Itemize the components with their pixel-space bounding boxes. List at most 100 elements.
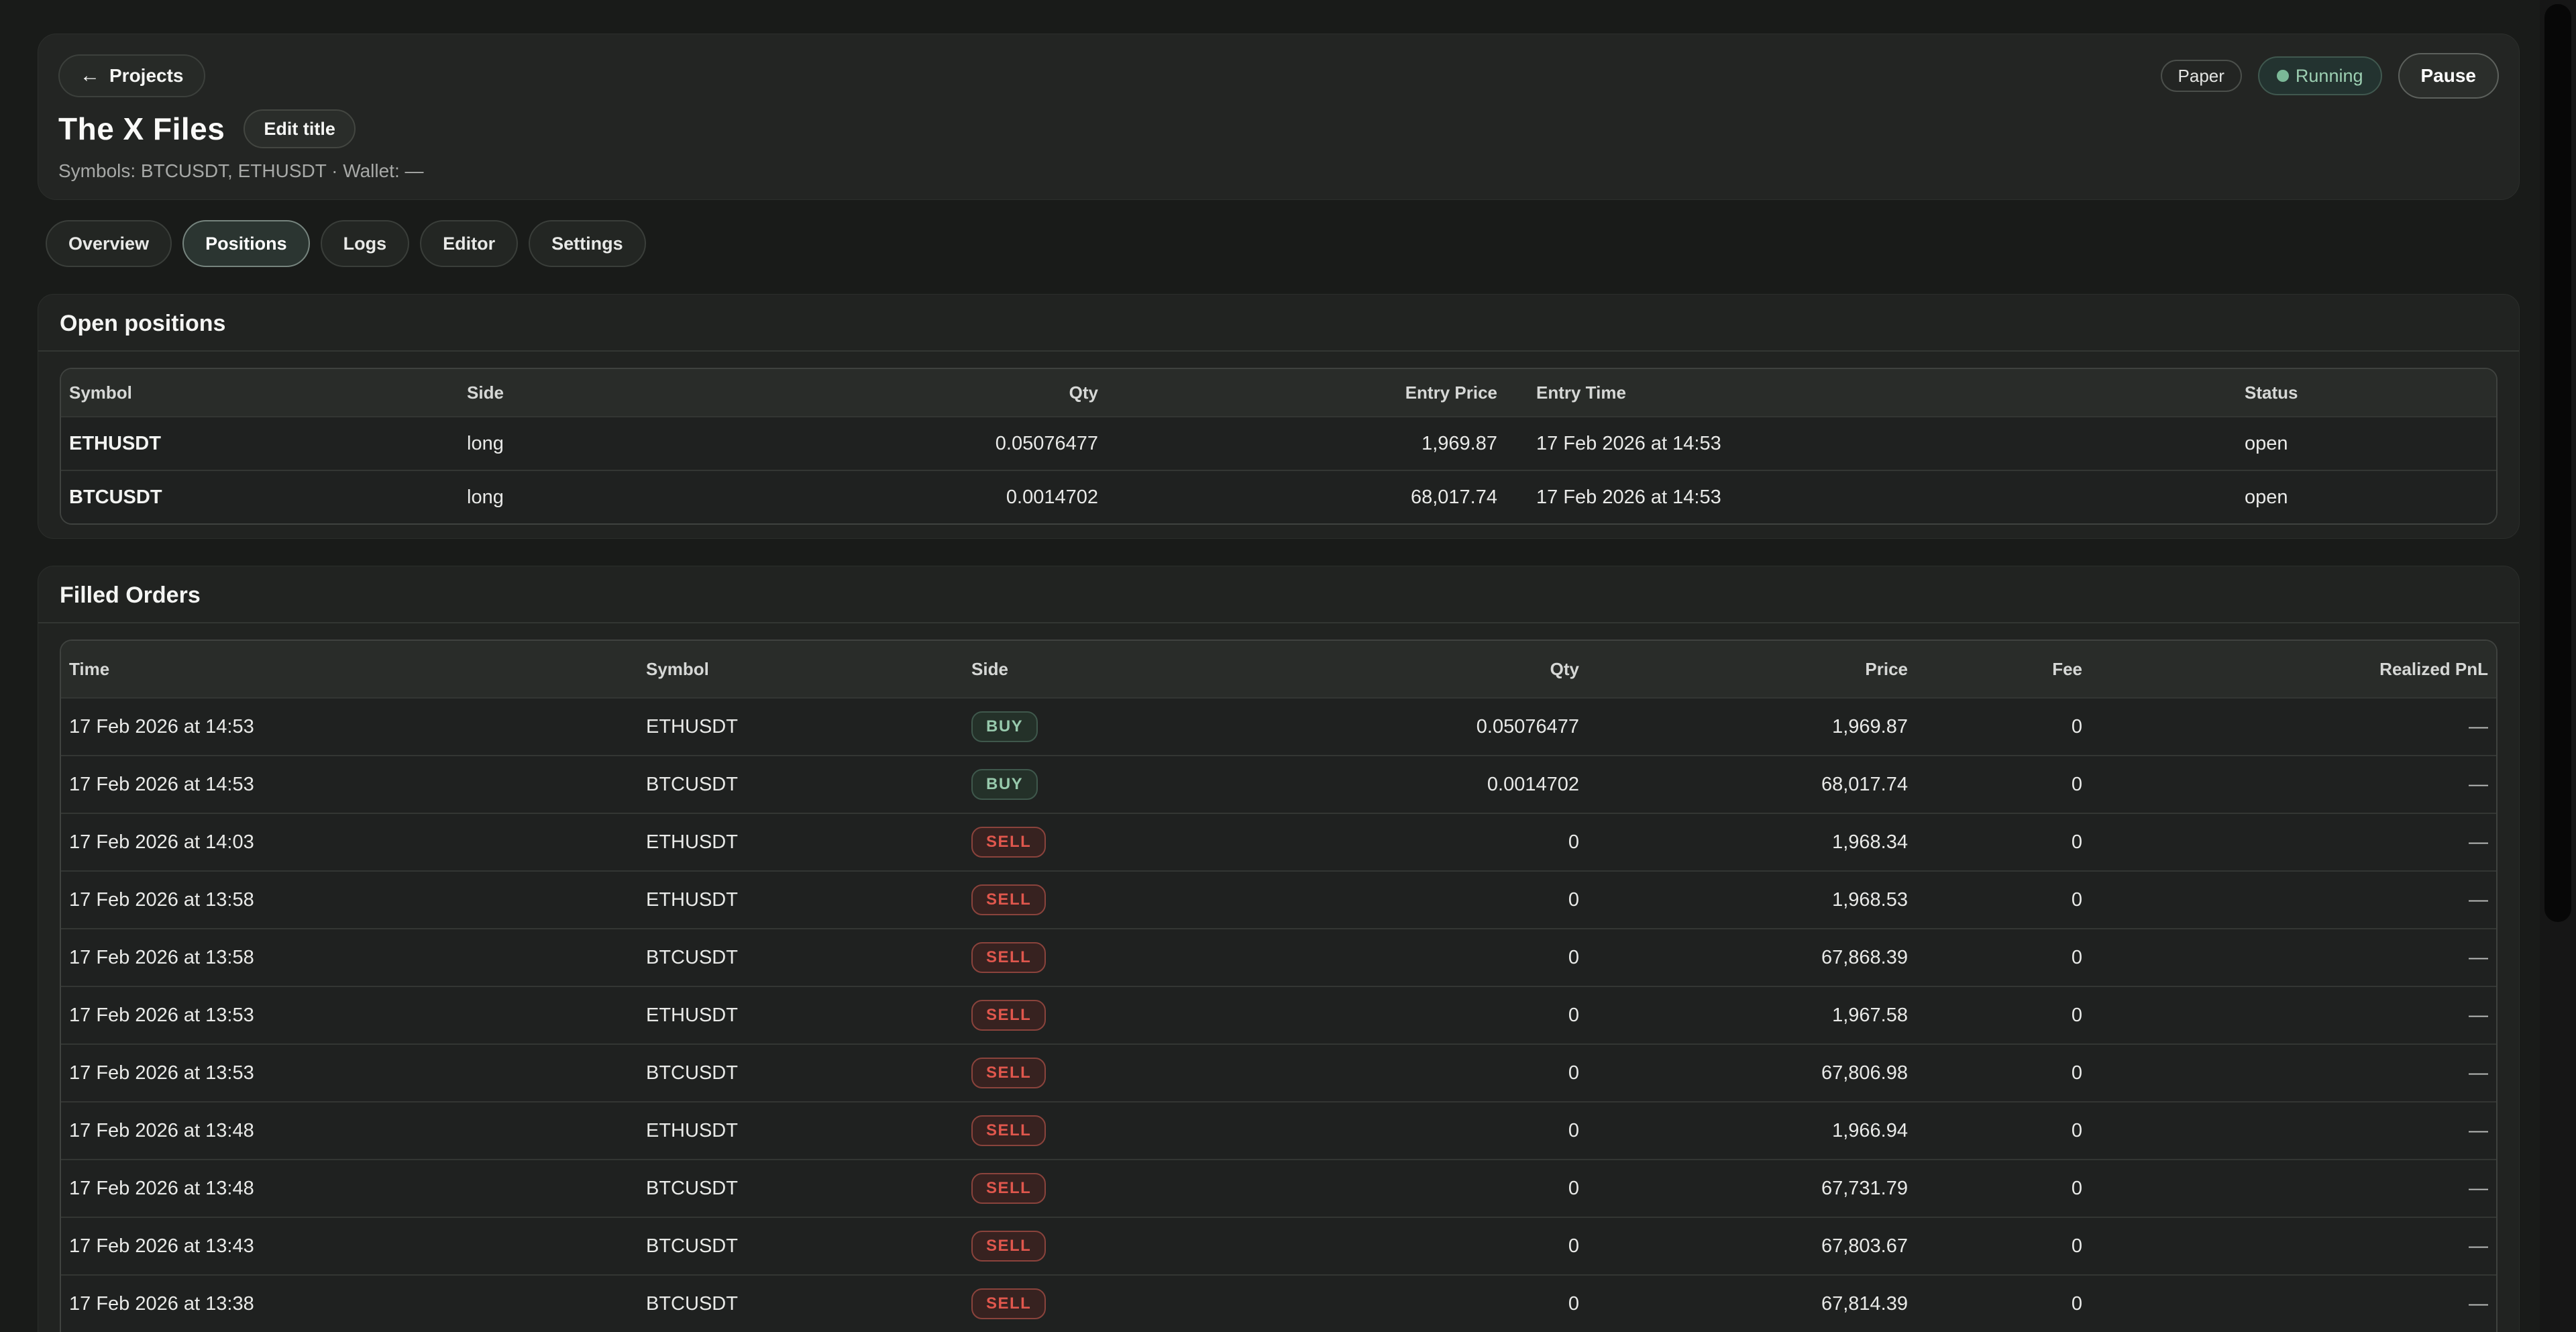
- open-positions-table-wrap: SymbolSideQtyEntry PriceEntry TimeStatus…: [38, 352, 2519, 538]
- cell-symbol: BTCUSDT: [638, 774, 963, 796]
- cell-time: 17 Feb 2026 at 13:53: [61, 1062, 638, 1084]
- sell-badge: SELL: [971, 942, 1046, 973]
- cell-qty: 0: [1238, 1062, 1587, 1084]
- cell-qty: 0: [1238, 889, 1587, 911]
- filled-order-row: 17 Feb 2026 at 13:48ETHUSDT SELL 01,966.94…: [61, 1101, 2496, 1159]
- cell-symbol: BTCUSDT: [638, 947, 963, 969]
- cell-fee: 0: [1916, 1005, 2090, 1027]
- cell-symbol: BTCUSDT: [61, 486, 459, 509]
- filled-orders-header-row: TimeSymbolSideQtyPriceFeeRealized PnL: [61, 641, 2496, 697]
- running-status-badge: Running: [2258, 56, 2382, 95]
- column-header-entry-time: Entry Time: [1505, 382, 2237, 403]
- buy-badge: BUY: [971, 769, 1038, 800]
- filled-order-row: 17 Feb 2026 at 13:48BTCUSDTSELL067,731.7…: [61, 1159, 2496, 1217]
- cell-entry_price: 1,969.87: [1106, 433, 1505, 455]
- cell-price: 67,814.39: [1587, 1293, 1916, 1315]
- buy-badge: BUY: [971, 711, 1038, 742]
- cell-qty: 0: [1238, 947, 1587, 969]
- cell-side: SELL: [963, 1173, 1238, 1204]
- cell-fee: 0: [1916, 889, 2090, 911]
- column-header-time: Time: [61, 659, 638, 680]
- cell-side: SELL: [963, 1058, 1238, 1088]
- filled-orders-section: Filled Orders TimeSymbolSideQtyPriceFeeR…: [38, 566, 2520, 1332]
- cell-status: open: [2237, 433, 2496, 455]
- cell-price: 1,966.94: [1587, 1120, 1916, 1142]
- pause-button[interactable]: Pause: [2398, 53, 2500, 99]
- tab-editor[interactable]: Editor: [420, 220, 518, 267]
- column-header-entry-price: Entry Price: [1106, 382, 1505, 403]
- open-position-row: ETHUSDTlong0.050764771,969.8717 Feb 2026…: [61, 416, 2496, 470]
- open-positions-table: SymbolSideQtyEntry PriceEntry TimeStatus…: [60, 368, 2498, 525]
- cell-side: SELL: [963, 1231, 1238, 1262]
- cell-fee: 0: [1916, 1120, 2090, 1142]
- filled-order-row: 17 Feb 2026 at 14:53BTCUSDTBUY0.00147026…: [61, 755, 2496, 813]
- cell-qty: 0: [1238, 1005, 1587, 1027]
- open-position-row: BTCUSDTlong0.001470268,017.7417 Feb 2026…: [61, 470, 2496, 523]
- open-positions-body: ETHUSDTlong0.050764771,969.8717 Feb 2026…: [61, 416, 2496, 523]
- cell-time: 17 Feb 2026 at 13:38: [61, 1293, 638, 1315]
- cell-qty: 0.0014702: [801, 486, 1106, 509]
- cell-entry_price: 68,017.74: [1106, 486, 1505, 509]
- cell-qty: 0: [1238, 1120, 1587, 1142]
- cell-fee: 0: [1916, 1062, 2090, 1084]
- scrollbar-track[interactable]: [2540, 0, 2576, 1332]
- cell-realized_pnl: —: [2090, 1235, 2496, 1258]
- cell-fee: 0: [1916, 716, 2090, 738]
- cell-price: 67,806.98: [1587, 1062, 1916, 1084]
- cell-side: SELL: [963, 1288, 1238, 1319]
- column-header-fee: Fee: [1916, 659, 2090, 680]
- cell-time: 17 Feb 2026 at 13:48: [61, 1120, 638, 1142]
- project-subtitle: Symbols: BTCUSDT, ETHUSDT · Wallet: —: [58, 160, 2499, 182]
- cell-price: 67,868.39: [1587, 947, 1916, 969]
- back-arrow-icon: ←: [80, 64, 100, 87]
- cell-time: 17 Feb 2026 at 13:53: [61, 1005, 638, 1027]
- cell-side: SELL: [963, 884, 1238, 915]
- cell-realized_pnl: —: [2090, 1120, 2496, 1142]
- scrollbar-thumb[interactable]: [2544, 4, 2571, 922]
- tab-logs[interactable]: Logs: [321, 220, 410, 267]
- back-to-projects-button[interactable]: ← Projects: [58, 54, 205, 97]
- cell-realized_pnl: —: [2090, 716, 2496, 738]
- cell-qty: 0: [1238, 1235, 1587, 1258]
- cell-symbol: ETHUSDT: [638, 716, 963, 738]
- column-header-symbol: Symbol: [638, 659, 963, 680]
- cell-qty: 0.05076477: [801, 433, 1106, 455]
- cell-fee: 0: [1916, 831, 2090, 854]
- cell-side: BUY: [963, 769, 1238, 800]
- cell-time: 17 Feb 2026 at 13:48: [61, 1178, 638, 1200]
- cell-symbol: ETHUSDT: [638, 1120, 963, 1142]
- cell-symbol: ETHUSDT: [638, 889, 963, 911]
- tab-settings[interactable]: Settings: [529, 220, 646, 267]
- filled-orders-table: TimeSymbolSideQtyPriceFeeRealized PnL 17…: [60, 639, 2498, 1332]
- paper-mode-badge: Paper: [2161, 60, 2242, 92]
- filled-orders-body: 17 Feb 2026 at 14:53ETHUSDTBUY0.05076477…: [61, 697, 2496, 1332]
- cell-realized_pnl: —: [2090, 831, 2496, 854]
- cell-qty: 0: [1238, 831, 1587, 854]
- sell-badge: SELL: [971, 827, 1046, 858]
- column-header-side: Side: [963, 659, 1238, 680]
- edit-title-button[interactable]: Edit title: [244, 109, 356, 148]
- cell-time: 17 Feb 2026 at 13:58: [61, 947, 638, 969]
- cell-price: 1,967.58: [1587, 1005, 1916, 1027]
- cell-realized_pnl: —: [2090, 774, 2496, 796]
- sell-badge: SELL: [971, 1115, 1046, 1146]
- sell-badge: SELL: [971, 1231, 1046, 1262]
- cell-side: long: [459, 486, 801, 509]
- sell-badge: SELL: [971, 1288, 1046, 1319]
- filled-order-row: 17 Feb 2026 at 14:03ETHUSDTSELL01,968.34…: [61, 813, 2496, 870]
- cell-time: 17 Feb 2026 at 13:43: [61, 1235, 638, 1258]
- cell-entry_time: 17 Feb 2026 at 14:53: [1505, 433, 2237, 455]
- page: ← Projects Paper Running Pause The X Fil…: [0, 34, 2576, 1332]
- filled-order-row: 17 Feb 2026 at 13:58BTCUSDT SELL 067,868.3…: [61, 928, 2496, 986]
- cell-fee: 0: [1916, 1293, 2090, 1315]
- tab-overview[interactable]: Overview: [46, 220, 172, 267]
- sell-badge: SELL: [971, 1173, 1046, 1204]
- filled-order-row: 17 Feb 2026 at 13:58ETHUSDTSELL01,968.53…: [61, 870, 2496, 928]
- open-positions-title: Open positions: [38, 295, 2519, 350]
- open-positions-header-row: SymbolSideQtyEntry PriceEntry TimeStatus: [61, 369, 2496, 416]
- cell-realized_pnl: —: [2090, 1178, 2496, 1200]
- filled-order-row: 17 Feb 2026 at 13:53BTCUSDTSELL067,806.9…: [61, 1043, 2496, 1101]
- cell-price: 1,968.53: [1587, 889, 1916, 911]
- filled-order-row: 17 Feb 2026 at 14:53ETHUSDTBUY0.05076477…: [61, 697, 2496, 755]
- tab-positions[interactable]: Positions: [182, 220, 310, 267]
